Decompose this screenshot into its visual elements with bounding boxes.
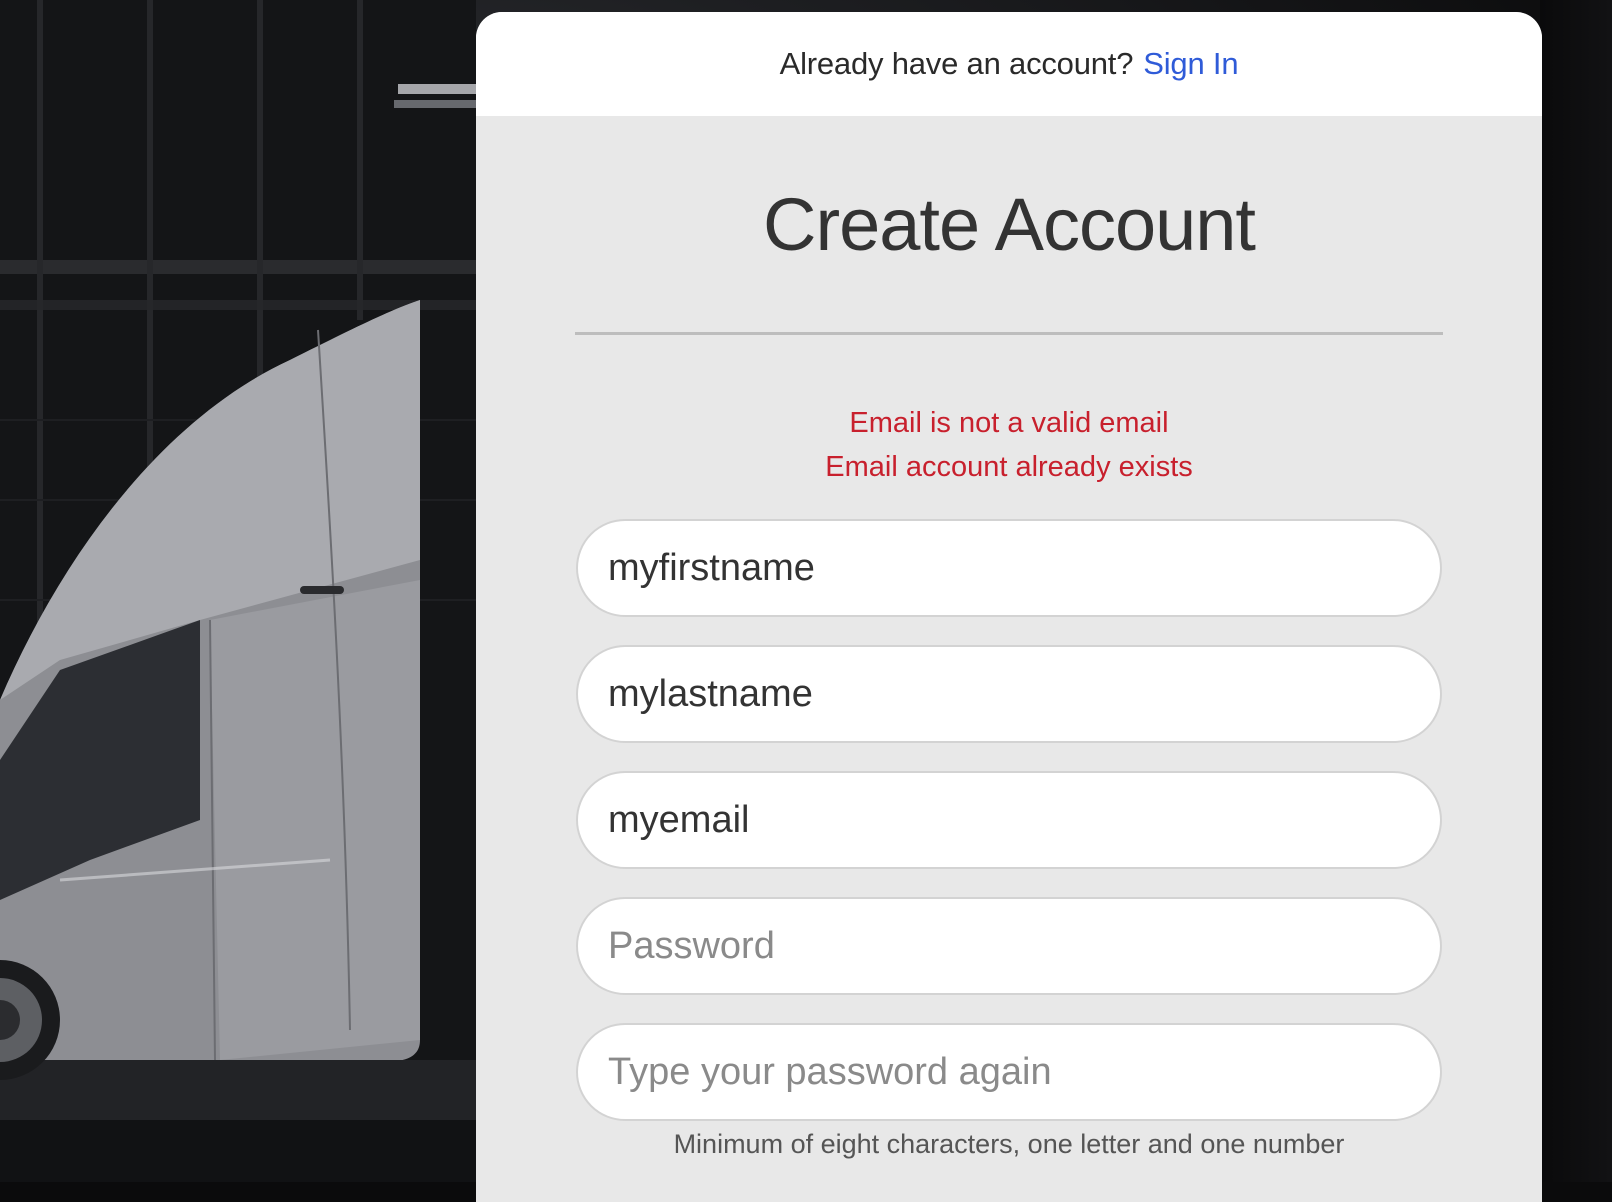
password-field[interactable] [576,897,1442,995]
right-background-strip [1540,0,1612,1182]
signin-link[interactable]: Sign In [1143,46,1238,82]
signin-prompt-bar: Already have an account? Sign In [476,12,1542,116]
truck-illustration [0,0,476,1182]
error-messages: Email is not a valid email Email account… [476,401,1542,489]
create-account-card: Already have an account? Sign In Create … [476,12,1542,1202]
email-field[interactable] [576,771,1442,869]
page-title: Create Account [763,183,1256,266]
signup-form-fields [476,519,1542,1149]
error-message: Email account already exists [825,451,1193,483]
title-divider [575,332,1443,335]
password-confirm-field[interactable] [576,1023,1442,1121]
error-message: Email is not a valid email [849,407,1169,439]
password-hint: Minimum of eight characters, one letter … [673,1129,1345,1159]
signin-prompt-text: Already have an account? [779,46,1134,81]
first-name-field[interactable] [576,519,1442,617]
last-name-field[interactable] [576,645,1442,743]
